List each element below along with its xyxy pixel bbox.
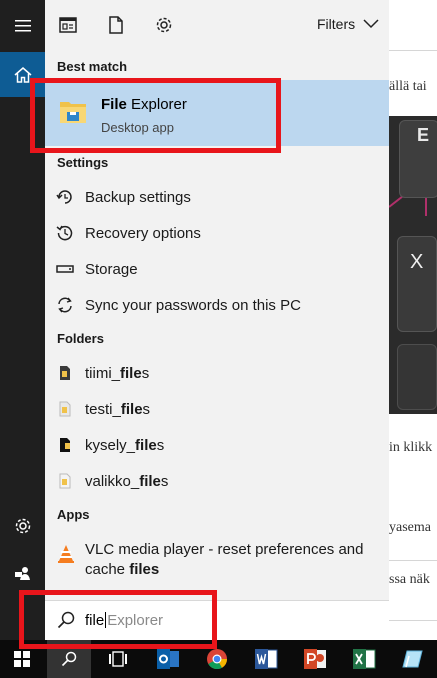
section-header-best-match: Best match: [57, 59, 128, 74]
background-document: ällä tai E X in klikk yasema ssa näk: [389, 0, 437, 640]
result-label: kysely_files: [85, 436, 165, 454]
folder-result[interactable]: kysely_files: [45, 427, 389, 463]
storage-icon: [45, 264, 85, 274]
doc-snippet: ällä tai: [389, 79, 427, 94]
keyboard-photo: E X: [389, 116, 437, 414]
doc-snippet: yasema: [389, 520, 431, 535]
result-label: tiimi_files: [85, 364, 150, 382]
filters-dropdown[interactable]: Filters: [317, 16, 379, 32]
documents-icon[interactable]: [105, 14, 127, 36]
folder-icon: [45, 437, 85, 453]
result-label: Recovery options: [85, 224, 201, 242]
all-results-icon[interactable]: [57, 14, 79, 36]
annotation-highlight-box: [30, 78, 281, 153]
settings-filter-icon[interactable]: [153, 14, 175, 36]
section-header-apps: Apps: [57, 507, 90, 522]
excel-icon[interactable]: [342, 640, 386, 678]
result-label: Backup settings: [85, 188, 191, 206]
folder-result[interactable]: tiimi_files: [45, 355, 389, 391]
result-label: testi_files: [85, 400, 151, 418]
result-label: VLC media player - reset preferences and…: [85, 541, 364, 578]
notes-app-icon[interactable]: [390, 640, 434, 678]
word-icon[interactable]: [244, 640, 288, 678]
result-label: Sync your passwords on this PC: [85, 296, 301, 314]
settings-result-storage[interactable]: Storage: [45, 251, 389, 287]
folder-result[interactable]: testi_files: [45, 391, 389, 427]
folder-icon: [45, 365, 85, 381]
result-label: valikko_files: [85, 472, 169, 490]
chevron-down-icon: [363, 19, 379, 29]
doc-snippet: ssa näk: [389, 572, 430, 587]
photo-key-label: E: [417, 125, 430, 145]
settings-result-sync[interactable]: Sync your passwords on this PC: [45, 287, 389, 323]
results-toolbar: Filters: [45, 0, 389, 52]
section-header-settings: Settings: [57, 155, 109, 170]
settings-result-backup[interactable]: Backup settings: [45, 179, 389, 215]
settings-gear-icon[interactable]: [0, 504, 45, 548]
settings-result-recovery[interactable]: Recovery options: [45, 215, 389, 251]
doc-divider: [389, 620, 437, 621]
vlc-icon: [57, 544, 75, 569]
photo-key-label: X: [410, 251, 424, 273]
sync-icon: [45, 296, 85, 314]
folder-result[interactable]: valikko_files: [45, 463, 389, 499]
recovery-icon: [45, 224, 85, 242]
folder-icon: [45, 473, 85, 489]
annotation-highlight-box: [19, 590, 217, 649]
hamburger-menu-icon[interactable]: [0, 4, 45, 48]
doc-divider: [389, 50, 437, 51]
backup-icon: [45, 188, 85, 206]
app-result-vlc[interactable]: VLC media player - reset preferences and…: [45, 536, 389, 582]
powerpoint-icon[interactable]: [293, 640, 337, 678]
result-label: Storage: [85, 260, 138, 278]
folder-icon: [45, 401, 85, 417]
doc-divider: [389, 560, 437, 561]
filters-label: Filters: [317, 16, 356, 32]
section-header-folders: Folders: [57, 331, 104, 346]
doc-snippet: in klikk: [389, 440, 433, 455]
